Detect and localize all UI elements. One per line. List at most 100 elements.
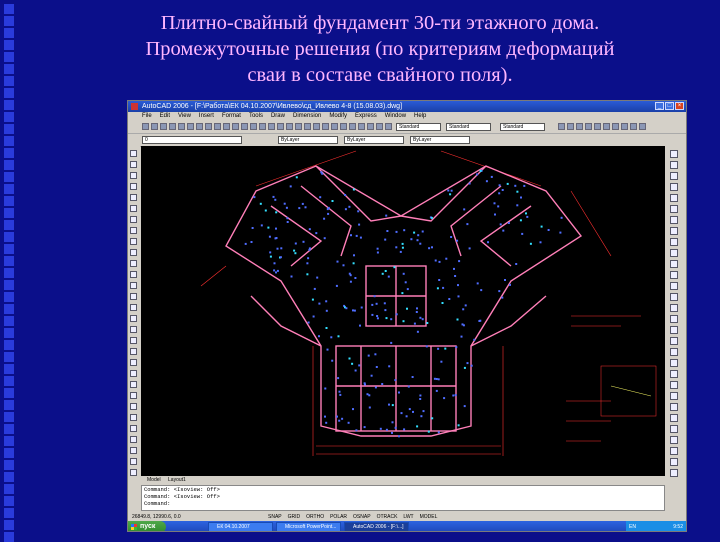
status-mode-button[interactable]: GRID [288, 513, 301, 521]
toolbar-button-icon[interactable] [241, 123, 248, 130]
menu-item[interactable]: Modify [329, 112, 347, 121]
draw-tool-icon[interactable] [130, 392, 137, 399]
menu-item[interactable]: Tools [249, 112, 263, 121]
minimize-button[interactable]: _ [655, 102, 664, 110]
toolbar-button-icon[interactable] [367, 123, 374, 130]
menu-item[interactable]: Help [414, 112, 426, 121]
table-style-combo[interactable]: Standard [500, 123, 545, 131]
status-mode-button[interactable]: OTRACK [377, 513, 398, 521]
toolbar-button-icon[interactable] [151, 123, 158, 130]
draw-tool-icon[interactable] [130, 414, 137, 421]
status-mode-button[interactable]: ORTHO [306, 513, 324, 521]
toolbar-button-icon[interactable] [250, 123, 257, 130]
draw-tool-icon[interactable] [130, 370, 137, 377]
toolbar-button-icon[interactable] [286, 123, 293, 130]
modify-tool-icon[interactable] [670, 359, 678, 367]
toolbar-button-icon[interactable] [277, 123, 284, 130]
draw-tool-icon[interactable] [130, 183, 137, 190]
toolbar-button-icon[interactable] [232, 123, 239, 130]
menu-item[interactable]: Express [355, 112, 377, 121]
toolbar-button-icon[interactable] [358, 123, 365, 130]
menu-item[interactable]: File [142, 112, 152, 121]
modify-tool-icon[interactable] [670, 304, 678, 312]
drawing-canvas[interactable] [141, 146, 665, 476]
status-mode-button[interactable]: SNAP [268, 513, 282, 521]
draw-tool-icon[interactable] [130, 260, 137, 267]
taskbar-item-folder[interactable]: ЕК 04.10.2007 [208, 522, 273, 531]
toolbar-button-icon[interactable] [385, 123, 392, 130]
window-titlebar[interactable]: AutoCAD 2006 - [F:\Работа\ЕК 04.10.2007\… [128, 101, 686, 112]
draw-tool-icon[interactable] [130, 238, 137, 245]
toolbar-button-icon[interactable] [205, 123, 212, 130]
menu-item[interactable]: Format [222, 112, 241, 121]
draw-tool-icon[interactable] [130, 194, 137, 201]
toolbar-button-icon[interactable] [576, 123, 583, 130]
modify-tool-icon[interactable] [670, 337, 678, 345]
modify-tool-icon[interactable] [670, 293, 678, 301]
draw-tool-icon[interactable] [130, 403, 137, 410]
draw-tool-icon[interactable] [130, 315, 137, 322]
menu-item[interactable]: Insert [199, 112, 214, 121]
modify-tool-icon[interactable] [670, 249, 678, 257]
toolbar-button-icon[interactable] [187, 123, 194, 130]
modify-tool-icon[interactable] [670, 370, 678, 378]
language-indicator[interactable]: EN [629, 521, 636, 531]
modify-tool-icon[interactable] [670, 425, 678, 433]
modify-tool-icon[interactable] [670, 381, 678, 389]
start-button[interactable]: пуск [128, 521, 166, 531]
draw-tool-icon[interactable] [130, 172, 137, 179]
draw-tool-icon[interactable] [130, 337, 137, 344]
taskbar-item-autocad[interactable]: AutoCAD 2006 - [F:\...] [344, 522, 409, 531]
toolbar-button-icon[interactable] [142, 123, 149, 130]
toolbar-button-icon[interactable] [558, 123, 565, 130]
modify-tool-icon[interactable] [670, 205, 678, 213]
toolbar-button-icon[interactable] [223, 123, 230, 130]
taskbar-item-powerpoint[interactable]: Microsoft PowerPoint... [276, 522, 341, 531]
toolbar-button-icon[interactable] [639, 123, 646, 130]
draw-tool-icon[interactable] [130, 326, 137, 333]
toolbar-button-icon[interactable] [214, 123, 221, 130]
modify-tool-icon[interactable] [670, 194, 678, 202]
layer-combo[interactable]: 0 [142, 136, 242, 144]
modify-tool-icon[interactable] [670, 392, 678, 400]
menu-item[interactable]: Dimension [293, 112, 321, 121]
toolbar-button-icon[interactable] [340, 123, 347, 130]
toolbar-button-icon[interactable] [178, 123, 185, 130]
status-mode-button[interactable]: MODEL [420, 513, 438, 521]
maximize-button[interactable]: □ [665, 102, 674, 110]
draw-tool-icon[interactable] [130, 282, 137, 289]
modify-tool-icon[interactable] [670, 403, 678, 411]
toolbar-button-icon[interactable] [567, 123, 574, 130]
linetype-combo[interactable]: ByLayer [344, 136, 404, 144]
toolbar-button-icon[interactable] [585, 123, 592, 130]
draw-tool-icon[interactable] [130, 150, 137, 157]
toolbar-button-icon[interactable] [630, 123, 637, 130]
toolbar-button-icon[interactable] [304, 123, 311, 130]
toolbar-button-icon[interactable] [612, 123, 619, 130]
draw-tool-icon[interactable] [130, 425, 137, 432]
status-mode-button[interactable]: OSNAP [353, 513, 371, 521]
draw-tool-icon[interactable] [130, 458, 137, 465]
modify-tool-icon[interactable] [670, 260, 678, 268]
modify-tool-icon[interactable] [670, 414, 678, 422]
toolbar-button-icon[interactable] [268, 123, 275, 130]
menu-item[interactable]: View [178, 112, 191, 121]
draw-tool-icon[interactable] [130, 359, 137, 366]
draw-tool-icon[interactable] [130, 436, 137, 443]
draw-tool-icon[interactable] [130, 216, 137, 223]
modify-tool-icon[interactable] [670, 271, 678, 279]
close-button[interactable]: × [675, 102, 684, 110]
toolbar-button-icon[interactable] [313, 123, 320, 130]
modify-tool-icon[interactable] [670, 150, 678, 158]
toolbar-button-icon[interactable] [169, 123, 176, 130]
toolbar-button-icon[interactable] [594, 123, 601, 130]
modify-tool-icon[interactable] [670, 315, 678, 323]
draw-tool-icon[interactable] [130, 293, 137, 300]
modify-tool-icon[interactable] [670, 348, 678, 356]
menu-item[interactable]: Edit [160, 112, 170, 121]
modify-tool-icon[interactable] [670, 238, 678, 246]
color-combo[interactable]: ByLayer [278, 136, 338, 144]
modify-tool-icon[interactable] [670, 436, 678, 444]
draw-tool-icon[interactable] [130, 161, 137, 168]
modify-tool-icon[interactable] [670, 447, 678, 455]
